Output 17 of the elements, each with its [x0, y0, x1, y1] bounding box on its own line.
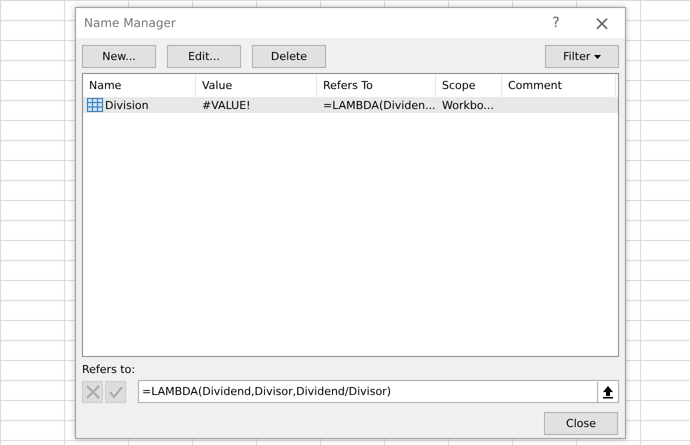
refers-to-label: Refers to: [82, 363, 136, 376]
table-icon [87, 98, 103, 112]
close-button[interactable]: Close [544, 412, 618, 435]
table-cell: Workbo... [442, 98, 494, 112]
help-button[interactable]: ? [533, 15, 579, 31]
table-row[interactable]: Division #VALUE! =LAMBDA(Dividen... Workbo... [83, 97, 618, 113]
close-button[interactable]: × [579, 11, 625, 35]
table-cell: =LAMBDA(Dividen... [323, 98, 436, 112]
toolbar-button[interactable]: Delete [252, 45, 326, 68]
table-cell: Division [105, 98, 149, 112]
refers-to-field[interactable]: =LAMBDA(Dividend,Divisor,Dividend/Divisor) [138, 380, 619, 403]
table-cell: #VALUE! [202, 98, 251, 112]
filter-button[interactable]: Filter [545, 45, 619, 68]
toolbar-button[interactable]: New... [82, 45, 156, 68]
caret-icon [594, 54, 601, 59]
window-title: Name Manager [84, 16, 177, 30]
toolbar-button[interactable]: Edit... [167, 45, 241, 68]
